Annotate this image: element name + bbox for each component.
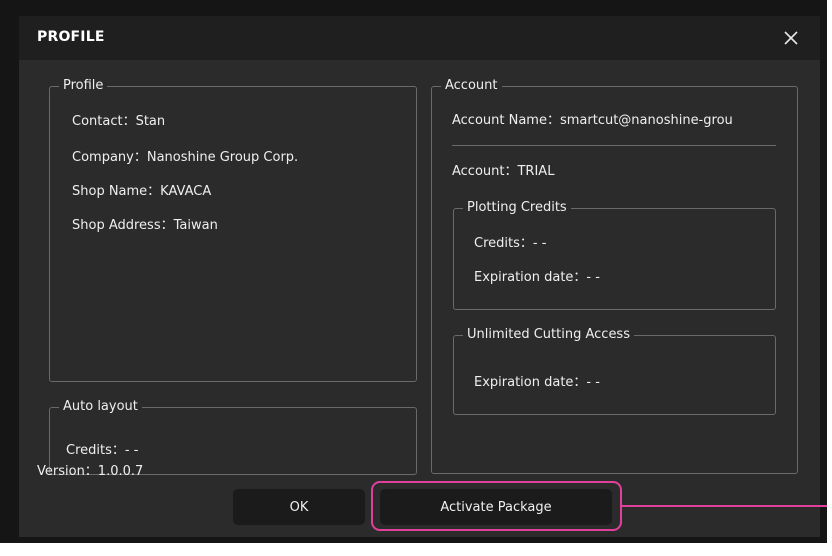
plotting-credits-legend: Plotting Credits (463, 200, 571, 216)
account-divider (452, 145, 776, 146)
ok-button[interactable]: OK (233, 489, 365, 525)
version-text: Version：1.0.0.7 (37, 464, 144, 479)
title-bar: PROFILE (19, 16, 820, 60)
activate-highlight-box (371, 481, 622, 531)
account-name-text: Account Name：smartcut@nanoshine-grou (452, 113, 733, 128)
profile-group: Profile Contact：Stan Company：Nanoshine G… (49, 78, 417, 382)
contact-text: Contact：Stan (72, 114, 166, 129)
account-type-text: Account：TRIAL (452, 164, 555, 179)
shop-address-text: Shop Address：Taiwan (72, 218, 218, 233)
account-legend: Account (441, 78, 502, 94)
auto-layout-legend: Auto layout (59, 399, 142, 415)
unlimited-cutting-group: Unlimited Cutting Access Expiration date… (453, 327, 776, 415)
unlimited-expiration-text: Expiration date：- - (474, 375, 600, 390)
plotting-credits-text: Credits：- - (474, 236, 547, 251)
plotting-credits-group: Plotting Credits Credits：- - Expiration … (453, 200, 776, 310)
close-icon (784, 31, 798, 45)
account-group: Account Account Name：smartcut@nanoshine-… (431, 78, 798, 474)
screen-background: PROFILE Profile Contact：Stan Company：Nan… (0, 0, 827, 543)
profile-dialog: PROFILE Profile Contact：Stan Company：Nan… (19, 16, 820, 537)
shop-name-text: Shop Name：KAVACA (72, 184, 212, 199)
close-button[interactable] (775, 22, 807, 54)
dialog-title: PROFILE (37, 29, 105, 45)
unlimited-cutting-legend: Unlimited Cutting Access (463, 327, 634, 343)
highlight-callout-line (621, 505, 827, 507)
auto-layout-credits: Credits：- - (66, 443, 139, 458)
company-text: Company：Nanoshine Group Corp. (72, 150, 299, 165)
plotting-expiration-text: Expiration date：- - (474, 270, 600, 285)
profile-legend: Profile (59, 78, 108, 94)
